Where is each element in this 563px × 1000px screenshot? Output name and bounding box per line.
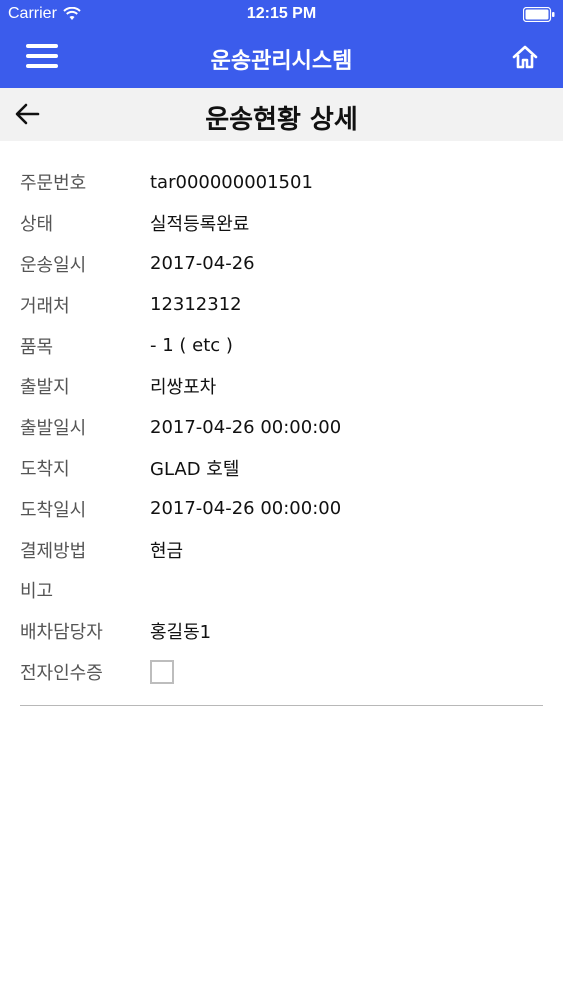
app-title: 운송관리시스템 (210, 49, 353, 74)
detail-label: 도착지 (20, 458, 70, 480)
divider (20, 705, 543, 706)
battery-icon (523, 7, 555, 22)
detail-value: 2017-04-26 00:00:00 (150, 498, 342, 520)
home-icon[interactable] (511, 43, 539, 71)
detail-value: GLAD 호텔 (150, 458, 240, 480)
detail-row-order-number: 주문번호 tar000000001501 (20, 162, 543, 203)
detail-row-status: 상태 실적등록완료 (20, 203, 543, 244)
detail-label: 출발지 (20, 377, 70, 399)
status-time: 12:15 PM (246, 5, 317, 22)
detail-label: 운송일시 (20, 254, 87, 276)
detail-value: 12312312 (150, 294, 242, 316)
detail-value: tar000000001501 (150, 171, 313, 193)
detail-label: 상태 (20, 214, 54, 236)
detail-value: 실적등록완료 (150, 214, 250, 236)
detail-label: 비고 (20, 581, 54, 603)
sub-header: 운송현황 상세 (0, 88, 563, 141)
detail-row-arrival-time: 도착일시 2017-04-26 00:00:00 (20, 488, 543, 529)
detail-row-dispatcher: 배차담당자 홍길동1 (20, 611, 543, 652)
detail-row-e-receipt: 전자인수증 (20, 652, 543, 693)
status-bar: Carrier 12:15 PM (0, 0, 563, 28)
detail-label: 결제방법 (20, 540, 87, 562)
detail-value: 리쌍포차 (150, 377, 217, 399)
page-title: 운송현황 상세 (205, 105, 358, 135)
detail-value: - 1 ( etc ) (150, 335, 233, 357)
detail-row-item: 품목 - 1 ( etc ) (20, 325, 543, 366)
detail-row-client: 거래처 12312312 (20, 284, 543, 325)
detail-row-destination: 도착지 GLAD 호텔 (20, 448, 543, 489)
detail-value: 2017-04-26 00:00:00 (150, 416, 342, 438)
detail-label: 출발일시 (20, 418, 87, 440)
e-receipt-checkbox[interactable] (150, 659, 174, 684)
detail-row-transport-date: 운송일시 2017-04-26 (20, 244, 543, 285)
detail-label: 배차담당자 (20, 622, 103, 644)
detail-value: 현금 (150, 540, 184, 562)
detail-row-departure-time: 출발일시 2017-04-26 00:00:00 (20, 407, 543, 448)
detail-label: 도착일시 (20, 499, 87, 521)
app-bar: 운송관리시스템 (0, 28, 563, 88)
detail-row-origin: 출발지 리쌍포차 (20, 366, 543, 407)
detail-label: 전자인수증 (20, 662, 103, 684)
detail-label: 거래처 (20, 295, 70, 317)
detail-row-remarks: 비고 (20, 570, 543, 611)
detail-label: 주문번호 (20, 173, 87, 195)
detail-row-payment-method: 결제방법 현금 (20, 529, 543, 570)
detail-list: 주문번호 tar000000001501 상태 실적등록완료 운송일시 2017… (20, 162, 543, 692)
detail-label: 품목 (20, 336, 54, 358)
detail-value: 홍길동1 (150, 622, 212, 644)
detail-value: 2017-04-26 (150, 253, 255, 275)
